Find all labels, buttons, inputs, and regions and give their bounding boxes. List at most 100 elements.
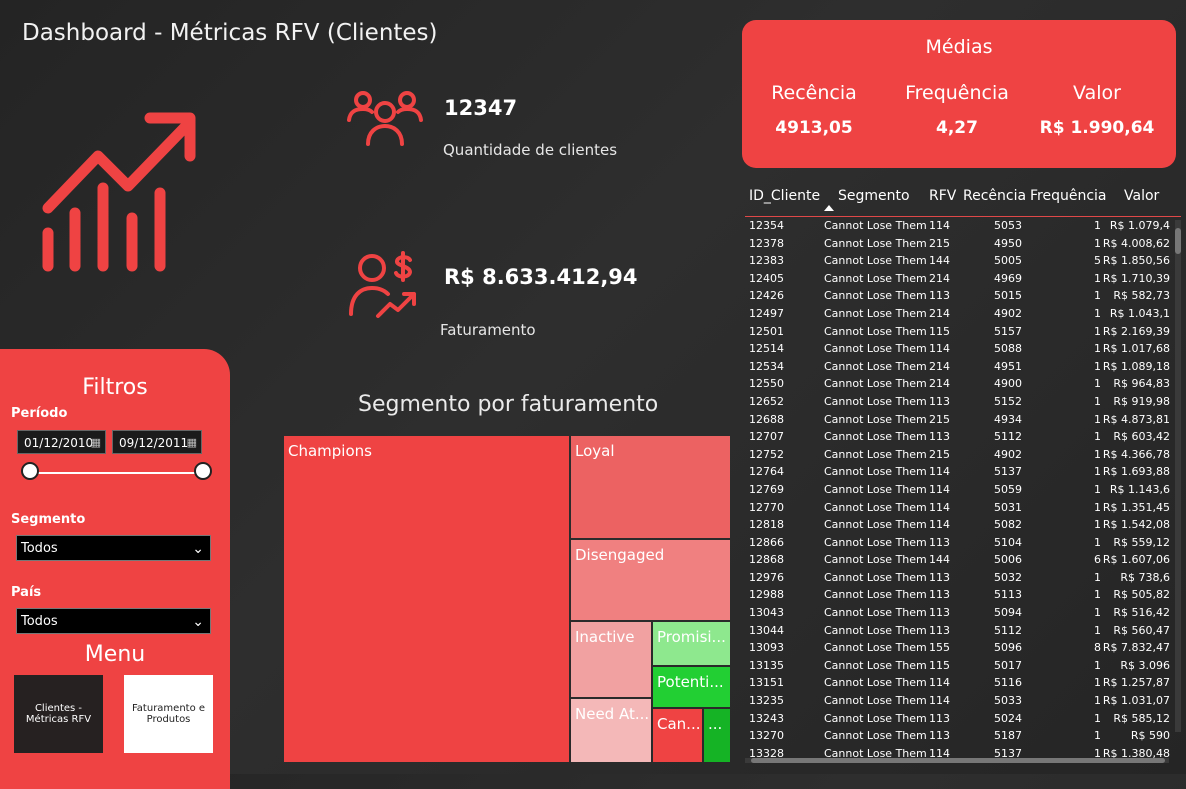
table-row[interactable]: 13093 Cannot Lose Them 155 5096 8 R$ 7.832,47: [745, 639, 1181, 657]
table-row[interactable]: 12497 Cannot Lose Them 214 4902 1 R$ 1.043,1: [745, 305, 1181, 323]
cell-rfv: 214: [929, 306, 950, 320]
sort-ascending-icon[interactable]: [824, 205, 834, 211]
treemap-tile-other[interactable]: ...: [704, 709, 730, 762]
recencia-value: 4913,05: [775, 118, 853, 138]
menu-button-faturamento[interactable]: Faturamento e Produtos: [124, 675, 213, 753]
segmento-dropdown[interactable]: Todos ⌄: [16, 535, 211, 561]
cell-recencia: 5187: [994, 729, 1022, 743]
date-range-end-handle[interactable]: [194, 462, 212, 480]
cell-recencia: 5112: [994, 430, 1022, 444]
cell-frequencia: 1: [1094, 482, 1101, 496]
frequencia-value: 4,27: [936, 118, 978, 138]
table-row[interactable]: 13243 Cannot Lose Them 113 5024 1 R$ 585,12: [745, 710, 1181, 728]
cell-frequencia: 1: [1094, 711, 1101, 725]
table-row[interactable]: 12688 Cannot Lose Them 215 4934 1 R$ 4.873,81: [745, 411, 1181, 429]
column-header-rfv[interactable]: RFV: [929, 188, 956, 204]
menu-button-clientes[interactable]: Clientes - Métricas RFV: [14, 675, 103, 753]
column-header-valor[interactable]: Valor: [1124, 188, 1159, 204]
table-row[interactable]: 12405 Cannot Lose Them 214 4969 1 R$ 1.710,39: [745, 270, 1181, 288]
treemap-title: Segmento por faturamento: [358, 392, 659, 417]
treemap-tile-loyal[interactable]: Loyal: [571, 436, 730, 538]
treemap-tile-disengaged[interactable]: Disengaged: [571, 540, 730, 620]
table-row[interactable]: 12550 Cannot Lose Them 214 4900 1 R$ 964,83: [745, 375, 1181, 393]
scrollbar-thumb[interactable]: [751, 758, 1165, 763]
column-header-id[interactable]: ID_Cliente: [749, 188, 820, 204]
pais-dropdown[interactable]: Todos ⌄: [16, 608, 211, 634]
column-header-recencia[interactable]: Recência: [963, 188, 1026, 204]
cell-valor: R$ 4.366,78: [1102, 447, 1170, 461]
cell-rfv: 113: [929, 606, 950, 620]
date-range-start-handle[interactable]: [21, 462, 39, 480]
horizontal-scrollbar[interactable]: [745, 758, 1169, 763]
column-header-frequencia[interactable]: Frequência: [1030, 188, 1107, 204]
cell-rfv: 144: [929, 553, 950, 567]
table-row[interactable]: 12752 Cannot Lose Them 215 4902 1 R$ 4.366,78: [745, 446, 1181, 464]
treemap-tile-inactive[interactable]: Inactive: [571, 622, 651, 697]
table-row[interactable]: 12514 Cannot Lose Them 114 5088 1 R$ 1.017,68: [745, 340, 1181, 358]
treemap-tile-potential[interactable]: Potenti...: [653, 667, 730, 707]
cell-id: 12707: [749, 430, 784, 444]
table-row[interactable]: 13044 Cannot Lose Them 113 5112 1 R$ 560,47: [745, 622, 1181, 640]
table-row[interactable]: 13235 Cannot Lose Them 114 5033 1 R$ 1.031,07: [745, 692, 1181, 710]
valor-value: R$ 1.990,64: [1039, 118, 1155, 138]
cell-rfv: 114: [929, 518, 950, 532]
table-row[interactable]: 12769 Cannot Lose Them 114 5059 1 R$ 1.143,6: [745, 481, 1181, 499]
cell-frequencia: 8: [1094, 641, 1101, 655]
medias-valor: Valor R$ 1.990,64: [1025, 82, 1169, 138]
cell-frequencia: 1: [1094, 377, 1101, 391]
date-range-slider-track[interactable]: [30, 472, 203, 474]
cell-id: 12866: [749, 535, 784, 549]
calendar-icon[interactable]: ▦: [187, 431, 197, 455]
treemap-tile-champions[interactable]: Champions: [284, 436, 569, 762]
table-row[interactable]: 12818 Cannot Lose Them 114 5082 1 R$ 1.542,08: [745, 516, 1181, 534]
table-row[interactable]: 12764 Cannot Lose Them 114 5137 1 R$ 1.693,88: [745, 463, 1181, 481]
faturamento-value: R$ 8.633.412,94: [444, 265, 638, 289]
cell-recencia: 5033: [994, 694, 1022, 708]
table-row[interactable]: 13043 Cannot Lose Them 113 5094 1 R$ 516,42: [745, 604, 1181, 622]
table-row[interactable]: 12354 Cannot Lose Them 114 5053 1 R$ 1.079,4: [745, 217, 1181, 235]
column-header-segmento[interactable]: Segmento: [838, 188, 910, 204]
cell-id: 12976: [749, 570, 784, 584]
table-row[interactable]: 12868 Cannot Lose Them 144 5006 6 R$ 1.607,06: [745, 551, 1181, 569]
cell-valor: R$ 1.693,88: [1102, 465, 1170, 479]
scrollbar-thumb[interactable]: [1175, 228, 1181, 254]
cell-frequencia: 6: [1094, 553, 1101, 567]
cell-recencia: 5104: [994, 535, 1022, 549]
menu-title: Menu: [84, 642, 146, 667]
cell-rfv: 214: [929, 377, 950, 391]
treemap-tile-cannot-lose[interactable]: Can...: [653, 709, 702, 762]
cell-segmento: Cannot Lose Them: [824, 570, 927, 584]
table-row[interactable]: 12976 Cannot Lose Them 113 5032 1 R$ 738,6: [745, 569, 1181, 587]
recencia-label: Recência: [771, 82, 857, 104]
vertical-scrollbar[interactable]: [1175, 220, 1181, 732]
treemap-tile-promising[interactable]: Promisi...: [653, 622, 730, 665]
cell-valor: R$ 1.607,06: [1102, 553, 1170, 567]
cell-segmento: Cannot Lose Them: [824, 359, 927, 373]
table-row[interactable]: 13135 Cannot Lose Them 115 5017 1 R$ 3.096: [745, 657, 1181, 675]
trend-chart-icon: [40, 108, 200, 277]
cell-valor: R$ 559,12: [1113, 535, 1170, 549]
end-date-input[interactable]: 09/12/2011 ▦: [112, 430, 202, 454]
table-row[interactable]: 12652 Cannot Lose Them 113 5152 1 R$ 919,98: [745, 393, 1181, 411]
cell-recencia: 5112: [994, 623, 1022, 637]
cell-recencia: 5113: [994, 588, 1022, 602]
table-row[interactable]: 12383 Cannot Lose Them 144 5005 5 R$ 1.850,56: [745, 252, 1181, 270]
calendar-icon[interactable]: ▦: [91, 431, 101, 455]
table-row[interactable]: 12866 Cannot Lose Them 113 5104 1 R$ 559,12: [745, 534, 1181, 552]
table-row[interactable]: 12707 Cannot Lose Them 113 5112 1 R$ 603,42: [745, 428, 1181, 446]
treemap-tile-need-attention[interactable]: Need At...: [571, 699, 651, 762]
cell-rfv: 114: [929, 219, 950, 232]
table-row[interactable]: 12426 Cannot Lose Them 113 5015 1 R$ 582,73: [745, 287, 1181, 305]
cell-valor: R$ 1.079,4: [1109, 219, 1170, 232]
cell-id: 12652: [749, 394, 784, 408]
start-date-input[interactable]: 01/12/2010 ▦: [17, 430, 106, 454]
table-row[interactable]: 13270 Cannot Lose Them 113 5187 1 R$ 590: [745, 727, 1181, 745]
table-row[interactable]: 12988 Cannot Lose Them 113 5113 1 R$ 505,82: [745, 586, 1181, 604]
table-row[interactable]: 12534 Cannot Lose Them 214 4951 1 R$ 1.089,18: [745, 358, 1181, 376]
cell-rfv: 114: [929, 676, 950, 690]
table-row[interactable]: 12770 Cannot Lose Them 114 5031 1 R$ 1.351,45: [745, 499, 1181, 517]
cell-segmento: Cannot Lose Them: [824, 324, 927, 338]
table-row[interactable]: 12378 Cannot Lose Them 215 4950 1 R$ 4.008,62: [745, 235, 1181, 253]
table-row[interactable]: 12501 Cannot Lose Them 115 5157 1 R$ 2.169,39: [745, 323, 1181, 341]
table-row[interactable]: 13151 Cannot Lose Them 114 5116 1 R$ 1.257,87: [745, 674, 1181, 692]
